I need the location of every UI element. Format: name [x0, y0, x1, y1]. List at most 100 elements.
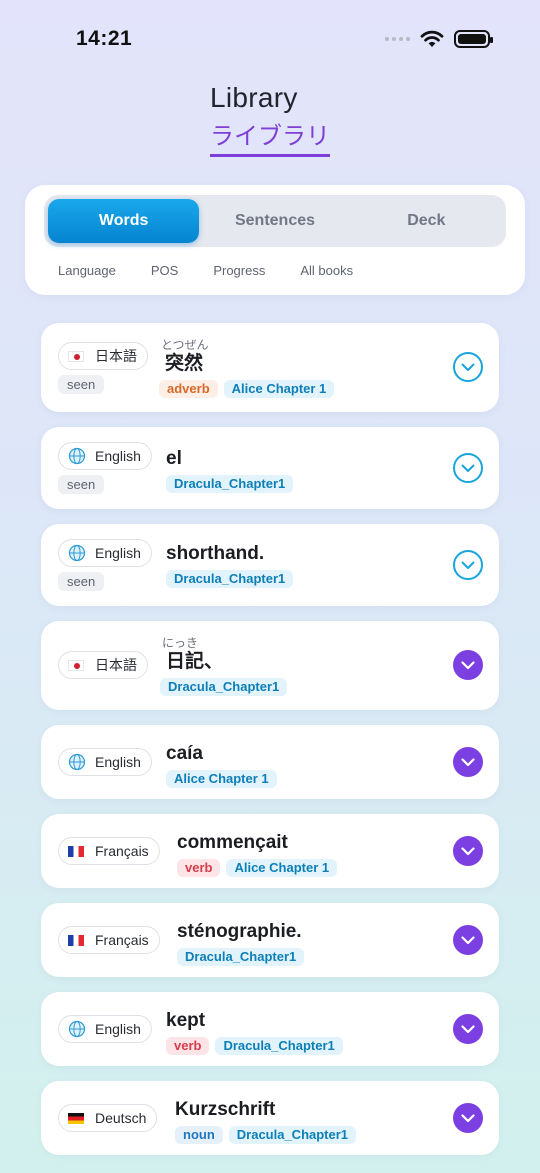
- expand-chevron-icon[interactable]: [453, 1014, 483, 1044]
- filter-all-books[interactable]: All books: [300, 263, 353, 278]
- language-label: English: [95, 545, 141, 561]
- word-block: Kurzschrift noun Dracula_Chapter1: [175, 1098, 357, 1144]
- tag-row: Dracula_Chapter1: [160, 678, 288, 696]
- language-pill: English: [58, 539, 152, 567]
- word-block: commençait verb Alice Chapter 1: [177, 831, 338, 877]
- language-pill: Français: [58, 837, 160, 865]
- tag-row: verb Alice Chapter 1: [177, 859, 338, 877]
- cellular-signal-icon: [385, 37, 410, 41]
- language-label: Français: [95, 843, 149, 859]
- word-card[interactable]: English seen shorthand. Dracula_Chapter1: [41, 524, 499, 606]
- tab-sentences[interactable]: Sentences: [199, 199, 350, 243]
- word-text: caía: [166, 743, 203, 764]
- word-block: sténographie. Dracula_Chapter1: [177, 920, 305, 966]
- word-block: kept verb Dracula_Chapter1: [166, 1009, 343, 1055]
- flag-jp-icon: [68, 659, 84, 671]
- word-block: とつぜん 突然 adverb Alice Chapter 1: [159, 338, 335, 398]
- word-text: Kurzschrift: [175, 1099, 276, 1120]
- word-card[interactable]: English seen el Dracula_Chapter1: [41, 427, 499, 509]
- word-card[interactable]: Français commençait verb Alice Chapter 1: [41, 814, 499, 888]
- book-tag: Dracula_Chapter1: [166, 475, 294, 493]
- book-tag: Dracula_Chapter1: [177, 948, 305, 966]
- tag-row: adverb Alice Chapter 1: [159, 380, 335, 398]
- flag-de-icon: [68, 1112, 84, 1124]
- page-header: Library ライブラリ: [0, 82, 540, 157]
- language-pill: 日本語: [58, 342, 148, 370]
- word-card[interactable]: English caía Alice Chapter 1: [41, 725, 499, 799]
- word-card[interactable]: 日本語 seen とつぜん 突然 adverb Alice Chapter 1: [41, 323, 499, 412]
- globe-icon: [68, 447, 86, 465]
- word-text: commençait: [177, 832, 288, 853]
- flag-jp-icon: [68, 350, 84, 362]
- pos-tag: noun: [175, 1126, 223, 1144]
- language-pill: English: [58, 748, 152, 776]
- status-icons: [385, 30, 493, 48]
- book-tag: Alice Chapter 1: [223, 380, 335, 398]
- book-tag: Dracula_Chapter1: [166, 570, 294, 588]
- language-pill: Français: [58, 926, 160, 954]
- language-label: Deutsch: [95, 1110, 147, 1126]
- tab-deck[interactable]: Deck: [351, 199, 502, 243]
- expand-chevron-icon[interactable]: [453, 453, 483, 483]
- filter-bar: Language POS Progress All books: [58, 263, 388, 278]
- word-block: caía Alice Chapter 1: [166, 742, 277, 788]
- tag-row: Dracula_Chapter1: [166, 475, 294, 493]
- book-tag: Dracula_Chapter1: [160, 678, 288, 696]
- word-block: にっき 日記、 Dracula_Chapter1: [160, 636, 288, 696]
- status-bar: 14:21: [0, 0, 540, 80]
- tag-row: noun Dracula_Chapter1: [175, 1126, 357, 1144]
- language-pill: 日本語: [58, 651, 148, 679]
- book-tag: Dracula_Chapter1: [228, 1126, 357, 1144]
- furigana-reading: とつぜん: [161, 338, 209, 352]
- tag-row: verb Dracula_Chapter1: [166, 1037, 343, 1055]
- expand-chevron-icon[interactable]: [453, 925, 483, 955]
- language-label: English: [95, 448, 141, 464]
- expand-chevron-icon[interactable]: [453, 836, 483, 866]
- book-tag: Dracula_Chapter1: [215, 1037, 343, 1055]
- word-text: kept: [166, 1010, 206, 1031]
- language-pill: English: [58, 1015, 152, 1043]
- tab-words[interactable]: Words: [48, 199, 200, 243]
- globe-icon: [68, 544, 86, 562]
- seen-badge: seen: [58, 375, 105, 394]
- language-label: English: [95, 754, 141, 770]
- expand-chevron-icon[interactable]: [453, 550, 483, 580]
- tab-card: Words Sentences Deck Language POS Progre…: [25, 185, 525, 295]
- word-text: 突然: [165, 353, 204, 374]
- expand-chevron-icon[interactable]: [453, 747, 483, 777]
- pos-tag: adverb: [159, 380, 218, 398]
- battery-icon: [454, 30, 493, 48]
- segmented-control: Words Sentences Deck: [44, 195, 506, 247]
- tag-row: Alice Chapter 1: [166, 770, 277, 788]
- book-tag: Alice Chapter 1: [166, 770, 277, 788]
- seen-badge: seen: [58, 475, 105, 494]
- language-pill: Deutsch: [58, 1104, 158, 1132]
- furigana-reading: にっき: [162, 636, 199, 650]
- word-text: sténographie.: [177, 921, 302, 942]
- expand-chevron-icon[interactable]: [453, 1103, 483, 1133]
- word-text: el: [166, 448, 182, 469]
- language-pill: English: [58, 442, 152, 470]
- status-time: 14:21: [76, 27, 133, 50]
- word-card[interactable]: 日本語 にっき 日記、 Dracula_Chapter1: [41, 621, 499, 710]
- expand-chevron-icon[interactable]: [453, 650, 483, 680]
- filter-language[interactable]: Language: [58, 263, 116, 278]
- filter-pos[interactable]: POS: [151, 263, 178, 278]
- language-label: Français: [95, 932, 149, 948]
- word-text: 日記、: [166, 651, 224, 672]
- flag-fr-icon: [68, 845, 84, 857]
- word-card[interactable]: English kept verb Dracula_Chapter1: [41, 992, 499, 1066]
- filter-progress[interactable]: Progress: [213, 263, 265, 278]
- word-block: el Dracula_Chapter1: [166, 447, 294, 493]
- word-card[interactable]: Français sténographie. Dracula_Chapter1: [41, 903, 499, 977]
- word-text: shorthand.: [166, 543, 265, 564]
- expand-chevron-icon[interactable]: [453, 352, 483, 382]
- word-card[interactable]: Deutsch Kurzschrift noun Dracula_Chapter1: [41, 1081, 499, 1155]
- language-label: 日本語: [95, 348, 137, 364]
- pos-tag: verb: [177, 859, 221, 877]
- wifi-icon: [420, 30, 444, 47]
- globe-icon: [68, 1020, 86, 1038]
- tag-row: Dracula_Chapter1: [166, 570, 294, 588]
- page-subtitle: ライブラリ: [210, 116, 330, 157]
- language-label: English: [95, 1021, 141, 1037]
